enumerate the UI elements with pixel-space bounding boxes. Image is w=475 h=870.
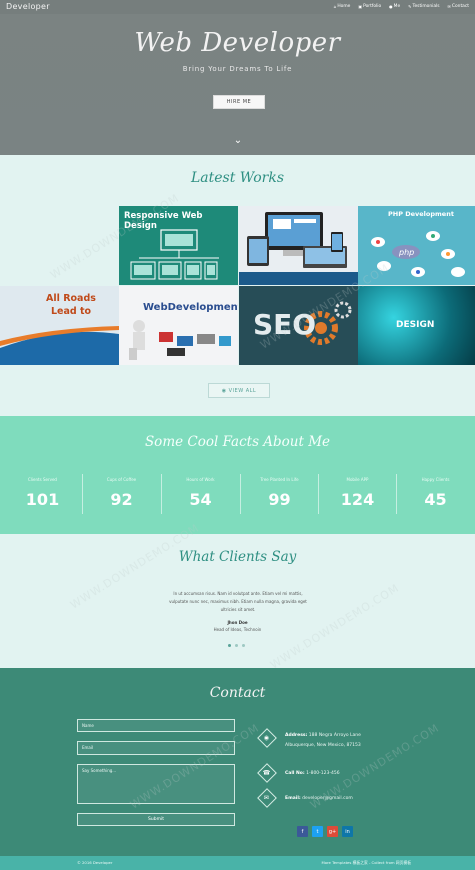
address-line1: 188 Negra Arroyo Lane	[308, 733, 361, 738]
nav-item-portfolio[interactable]: ▣ Portfolio	[358, 4, 381, 9]
latest-works-title: Latest Works	[190, 170, 285, 186]
svg-text:php: php	[398, 248, 414, 257]
tile-label: SEO	[253, 308, 317, 341]
fact-clients-served: Clients Served 101	[3, 474, 82, 518]
top-navbar: Developer ⌂ Home ▣ Portfolio ● Me ✎ Testimon…	[0, 0, 475, 14]
client-role: Head of Ideas, Technoin	[213, 627, 262, 632]
nav-item-contact[interactable]: ✉ Contact	[448, 4, 469, 9]
brand-logo[interactable]: Developer	[6, 2, 50, 11]
message-textarea[interactable]: Say Something...	[77, 764, 235, 804]
scroll-down-icon[interactable]: ⌄	[231, 135, 245, 147]
webdev-illustration	[129, 320, 231, 360]
footer-credits-link[interactable]: More Templates 模板之家 - Collect from 网页模板	[321, 860, 411, 866]
view-all-label: VIEW ALL	[228, 387, 257, 394]
testimonial-quote: In ut accumsan risus. Nam id volutpat an…	[169, 591, 307, 612]
fact-label: Happy Clients	[421, 477, 450, 482]
client-name: Jhon Doe	[227, 620, 248, 625]
portfolio-tile-php[interactable]: PHP Development php	[358, 206, 475, 285]
email-label: Email:	[285, 796, 301, 801]
devices-photo	[239, 212, 358, 285]
eye-icon: ◉	[221, 387, 227, 394]
home-icon: ⌂	[333, 4, 337, 9]
address-line2: Albuquerque, New Mexico, 87153	[285, 743, 361, 748]
portfolio-tile-webdev[interactable]: WebDevelopment	[119, 286, 238, 365]
carousel-dots	[228, 644, 245, 647]
tile-label: All Roads Lead to	[46, 293, 96, 317]
address-info: Address: 188 Negra Arroyo Lane Albuquerq…	[285, 731, 361, 751]
fact-label: Tree Planted In Life	[260, 477, 299, 482]
twitter-icon[interactable]: t	[312, 826, 323, 837]
carousel-dot[interactable]	[228, 644, 231, 647]
nav-item-label: Home	[337, 4, 351, 9]
hire-me-button[interactable]: HIRE ME	[213, 95, 265, 109]
nav-item-label: Me	[393, 4, 401, 9]
fact-value: 45	[424, 490, 447, 509]
nav-item-testimonials[interactable]: ✎ Testimonials	[408, 4, 439, 9]
fact-value: 92	[110, 490, 133, 509]
hero-subtitle: Bring Your Dreams To Life	[182, 65, 293, 73]
clients-title: What Clients Say	[178, 549, 297, 565]
email-address[interactable]: developer@gmail.com	[302, 796, 353, 801]
name-field[interactable]: Name	[77, 719, 235, 732]
email-field[interactable]: Email	[77, 741, 235, 755]
portfolio-tile-seo[interactable]: SEO	[239, 286, 358, 365]
fact-label: Mobile APP	[346, 477, 369, 482]
hero-title: Web Developer	[134, 28, 341, 58]
facts-title: Some Cool Facts About Me	[144, 434, 331, 450]
fact-cups-of-coffee: Cups of Coffee 92	[82, 474, 161, 518]
address-label: Address:	[285, 733, 308, 738]
fact-label: Clients Served	[28, 477, 57, 482]
nav-item-me[interactable]: ● Me	[389, 4, 400, 9]
phone-label: Call No:	[285, 771, 305, 776]
fact-hours-of-work: Hours of Work 54	[161, 474, 240, 518]
devices-illustration	[130, 229, 219, 280]
testimonials-icon: ✎	[408, 4, 412, 9]
phone-number: 1-800-123-456	[306, 771, 340, 776]
social-links: f t g+ in	[297, 826, 353, 837]
google-plus-icon[interactable]: g+	[327, 826, 338, 837]
fact-mobile-app: Mobile APP 124	[318, 474, 397, 518]
tile-label: DESIGN	[396, 320, 435, 330]
portfolio-tile-devices[interactable]	[239, 206, 358, 285]
portfolio-tile-design[interactable]: DESIGN	[358, 286, 475, 365]
fact-value: 101	[25, 490, 60, 509]
contact-title: Contact	[209, 685, 266, 701]
copyright-text: © 2016 Developer	[77, 860, 113, 865]
linkedin-icon[interactable]: in	[342, 826, 353, 837]
fact-value: 99	[268, 490, 291, 509]
contact-icon: ✉	[447, 4, 451, 9]
nav-item-label: Testimonials	[412, 4, 440, 9]
facebook-icon[interactable]: f	[297, 826, 308, 837]
submit-button[interactable]: Submit	[77, 813, 235, 826]
nav-links: ⌂ Home ▣ Portfolio ● Me ✎ Testimonials ✉ Cont…	[334, 4, 469, 9]
carousel-dot[interactable]	[242, 644, 245, 647]
portfolio-tile-roads[interactable]: All Roads Lead to	[0, 286, 119, 365]
fact-tree-planted: Tree Planted In Life 99	[240, 474, 319, 518]
phone-info: Call No: 1-800-123-456	[285, 769, 340, 779]
fact-value: 124	[340, 490, 375, 509]
portfolio-icon: ▣	[358, 4, 363, 9]
fact-happy-clients: Happy Clients 45	[396, 474, 475, 518]
hero-section: Web Developer Bring Your Dreams To Life …	[0, 0, 475, 155]
footer: © 2016 Developer More Templates 模板之家 - C…	[0, 856, 475, 870]
email-info: Email: developer@gmail.com	[285, 794, 353, 804]
fact-label: Hours of Work	[186, 477, 215, 482]
portfolio-tile-responsive[interactable]: Responsive Web Design	[119, 206, 238, 285]
me-icon: ●	[389, 4, 393, 9]
php-logos-illustration: php	[371, 231, 465, 277]
nav-item-label: Contact	[451, 4, 469, 9]
view-all-button[interactable]: ◉ VIEW ALL	[208, 383, 270, 398]
carousel-dot[interactable]	[235, 644, 238, 647]
nav-item-label: Portfolio	[363, 4, 382, 9]
nav-item-home[interactable]: ⌂ Home	[334, 4, 351, 9]
fact-label: Cups of Coffee	[106, 477, 137, 482]
fact-value: 54	[189, 490, 212, 509]
